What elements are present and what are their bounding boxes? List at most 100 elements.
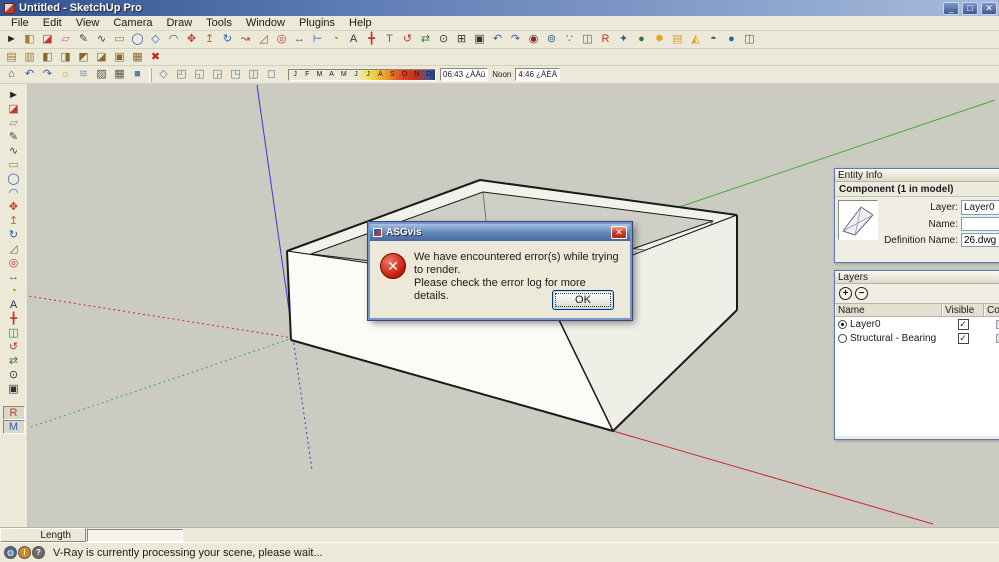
component-icon[interactable]: ◨ [57, 49, 74, 65]
camera-undo-icon[interactable]: ↶ [21, 67, 38, 83]
layer-color-swatch[interactable] [995, 319, 999, 329]
vray-render-icon[interactable]: R [2, 406, 25, 420]
orbit-tool-icon[interactable]: ↺ [399, 32, 416, 48]
arc-tool-icon[interactable]: ◠ [3, 186, 25, 200]
top-view-icon[interactable]: ◰ [173, 67, 190, 83]
sunset-time-field[interactable]: 4:46 ¿ÀÈÄ [515, 68, 561, 81]
layer-color-swatch[interactable] [995, 333, 999, 343]
3d-text-icon[interactable]: T [381, 32, 398, 48]
save-model-icon[interactable]: ▥ [21, 49, 38, 65]
next-view-icon[interactable]: ↷ [507, 32, 524, 48]
shaded-mode-icon[interactable]: ■ [129, 67, 146, 83]
menu-item[interactable]: Window [239, 17, 292, 29]
xray-mode-icon[interactable]: ▨ [93, 67, 110, 83]
orbit-tool-icon[interactable]: ↺ [3, 340, 25, 354]
active-layer-radio[interactable] [838, 333, 847, 343]
maximize-button[interactable]: □ [962, 1, 978, 15]
dialog-close-button[interactable]: ✕ [611, 226, 627, 239]
vray-infinite-plane-icon[interactable]: ◫ [741, 32, 758, 48]
delete-selected-icon[interactable]: ✖ [147, 49, 164, 65]
make-component-icon[interactable]: ◧ [21, 32, 38, 48]
close-button[interactable]: ✕ [981, 1, 997, 15]
left-view-icon[interactable]: ◫ [245, 67, 262, 83]
line-tool-icon[interactable]: ✎ [3, 130, 25, 144]
protractor-icon[interactable]: ◔ [3, 284, 25, 298]
fog-toggle-icon[interactable]: ≋ [75, 67, 92, 83]
look-around-icon[interactable]: ⊚ [543, 32, 560, 48]
paint-bucket-icon[interactable]: ◪ [39, 32, 56, 48]
rotate-tool-icon[interactable]: ↻ [219, 32, 236, 48]
previous-view-icon[interactable]: ↶ [489, 32, 506, 48]
add-layer-button[interactable]: + [839, 287, 852, 300]
axes-tool-icon[interactable]: ╋ [3, 312, 25, 326]
minimize-button[interactable]: _ [943, 1, 959, 15]
text-tool-icon[interactable]: A [345, 32, 362, 48]
protractor-icon[interactable]: ◔ [327, 32, 344, 48]
eraser-icon[interactable]: ▱ [57, 32, 74, 48]
dialog-title-bar[interactable]: ASGvis ✕ [370, 224, 630, 241]
dimension-icon[interactable]: ⊢ [309, 32, 326, 48]
geolocation-icon[interactable]: ◍ [4, 546, 17, 559]
home-view-icon[interactable]: ⌂ [3, 67, 20, 83]
axes-tool-icon[interactable]: ╋ [363, 32, 380, 48]
walk-tool-icon[interactable]: ∵ [561, 32, 578, 48]
vray-rect-light-icon[interactable]: ▤ [669, 32, 686, 48]
layers-header[interactable]: Layers [835, 271, 999, 284]
arc-tool-icon[interactable]: ◠ [165, 32, 182, 48]
circle-tool-icon[interactable]: ◯ [3, 172, 25, 186]
rectangle-tool-icon[interactable]: ▭ [111, 32, 128, 48]
shadow-date-slider[interactable]: J F M A M J J A S O N D [288, 68, 436, 81]
vray-omni-light-icon[interactable]: ✹ [651, 32, 668, 48]
active-layer-radio[interactable] [838, 319, 847, 329]
measurement-input[interactable] [87, 528, 183, 542]
text-tool-icon[interactable]: A [3, 298, 25, 312]
move-tool-icon[interactable]: ✥ [3, 200, 25, 214]
tape-measure-icon[interactable]: ↔ [3, 270, 25, 284]
layer-row[interactable]: Layer0 ✓ [835, 317, 999, 331]
freehand-tool-icon[interactable]: ∿ [93, 32, 110, 48]
zoom-extents-icon[interactable]: ▣ [3, 382, 25, 396]
menu-item[interactable]: Draw [159, 17, 199, 29]
entity-info-header[interactable]: Entity Info [835, 169, 999, 182]
bottom-view-icon[interactable]: ◻ [263, 67, 280, 83]
section-plane-icon[interactable]: ◫ [3, 326, 25, 340]
outer-shell-icon[interactable]: ◩ [75, 49, 92, 65]
tape-measure-icon[interactable]: ↔ [291, 32, 308, 48]
camera-redo-icon[interactable]: ↷ [39, 67, 56, 83]
vray-options-icon[interactable]: ✦ [615, 32, 632, 48]
offset-tool-icon[interactable]: ◎ [3, 256, 25, 270]
front-view-icon[interactable]: ◱ [191, 67, 208, 83]
pan-tool-icon[interactable]: ⇄ [3, 354, 25, 368]
layer-select[interactable]: Layer0 ▼ [961, 200, 999, 215]
section-plane-icon[interactable]: ◫ [579, 32, 596, 48]
menu-item[interactable]: View [69, 17, 107, 29]
ok-button[interactable]: OK [552, 290, 614, 310]
select-tool-icon[interactable]: ► [3, 32, 20, 48]
push-pull-tool-icon[interactable]: ↥ [3, 214, 25, 228]
line-tool-icon[interactable]: ✎ [75, 32, 92, 48]
help-icon[interactable]: ? [32, 546, 45, 559]
select-tool-icon[interactable]: ► [3, 88, 25, 102]
polygon-tool-icon[interactable]: ◇ [147, 32, 164, 48]
menu-item[interactable]: Edit [36, 17, 69, 29]
paint-bucket-icon[interactable]: ◪ [3, 102, 25, 116]
layer-visible-checkbox[interactable]: ✓ [957, 332, 969, 344]
freehand-tool-icon[interactable]: ∿ [3, 144, 25, 158]
zoom-extents-icon[interactable]: ▣ [471, 32, 488, 48]
scale-tool-icon[interactable]: ◿ [255, 32, 272, 48]
vray-render-icon[interactable]: R [597, 32, 614, 48]
menu-item[interactable]: Plugins [292, 17, 342, 29]
scale-tool-icon[interactable]: ◿ [3, 242, 25, 256]
vray-dome-light-icon[interactable]: ◓ [705, 32, 722, 48]
sunrise-time-field[interactable]: 06:43 ¿ÀÀü [440, 68, 489, 81]
menu-item[interactable]: Camera [106, 17, 159, 29]
back-view-icon[interactable]: ◳ [227, 67, 244, 83]
vray-material-editor-icon[interactable]: M [2, 420, 25, 434]
vray-spot-light-icon[interactable]: ◭ [687, 32, 704, 48]
definition-name-input[interactable] [961, 233, 999, 247]
rotate-tool-icon[interactable]: ↻ [3, 228, 25, 242]
remove-layer-button[interactable]: − [855, 287, 868, 300]
stack-icon[interactable]: ▦ [129, 49, 146, 65]
wireframe-mode-icon[interactable]: ▦ [111, 67, 128, 83]
vray-sphere-icon[interactable]: ● [723, 32, 740, 48]
